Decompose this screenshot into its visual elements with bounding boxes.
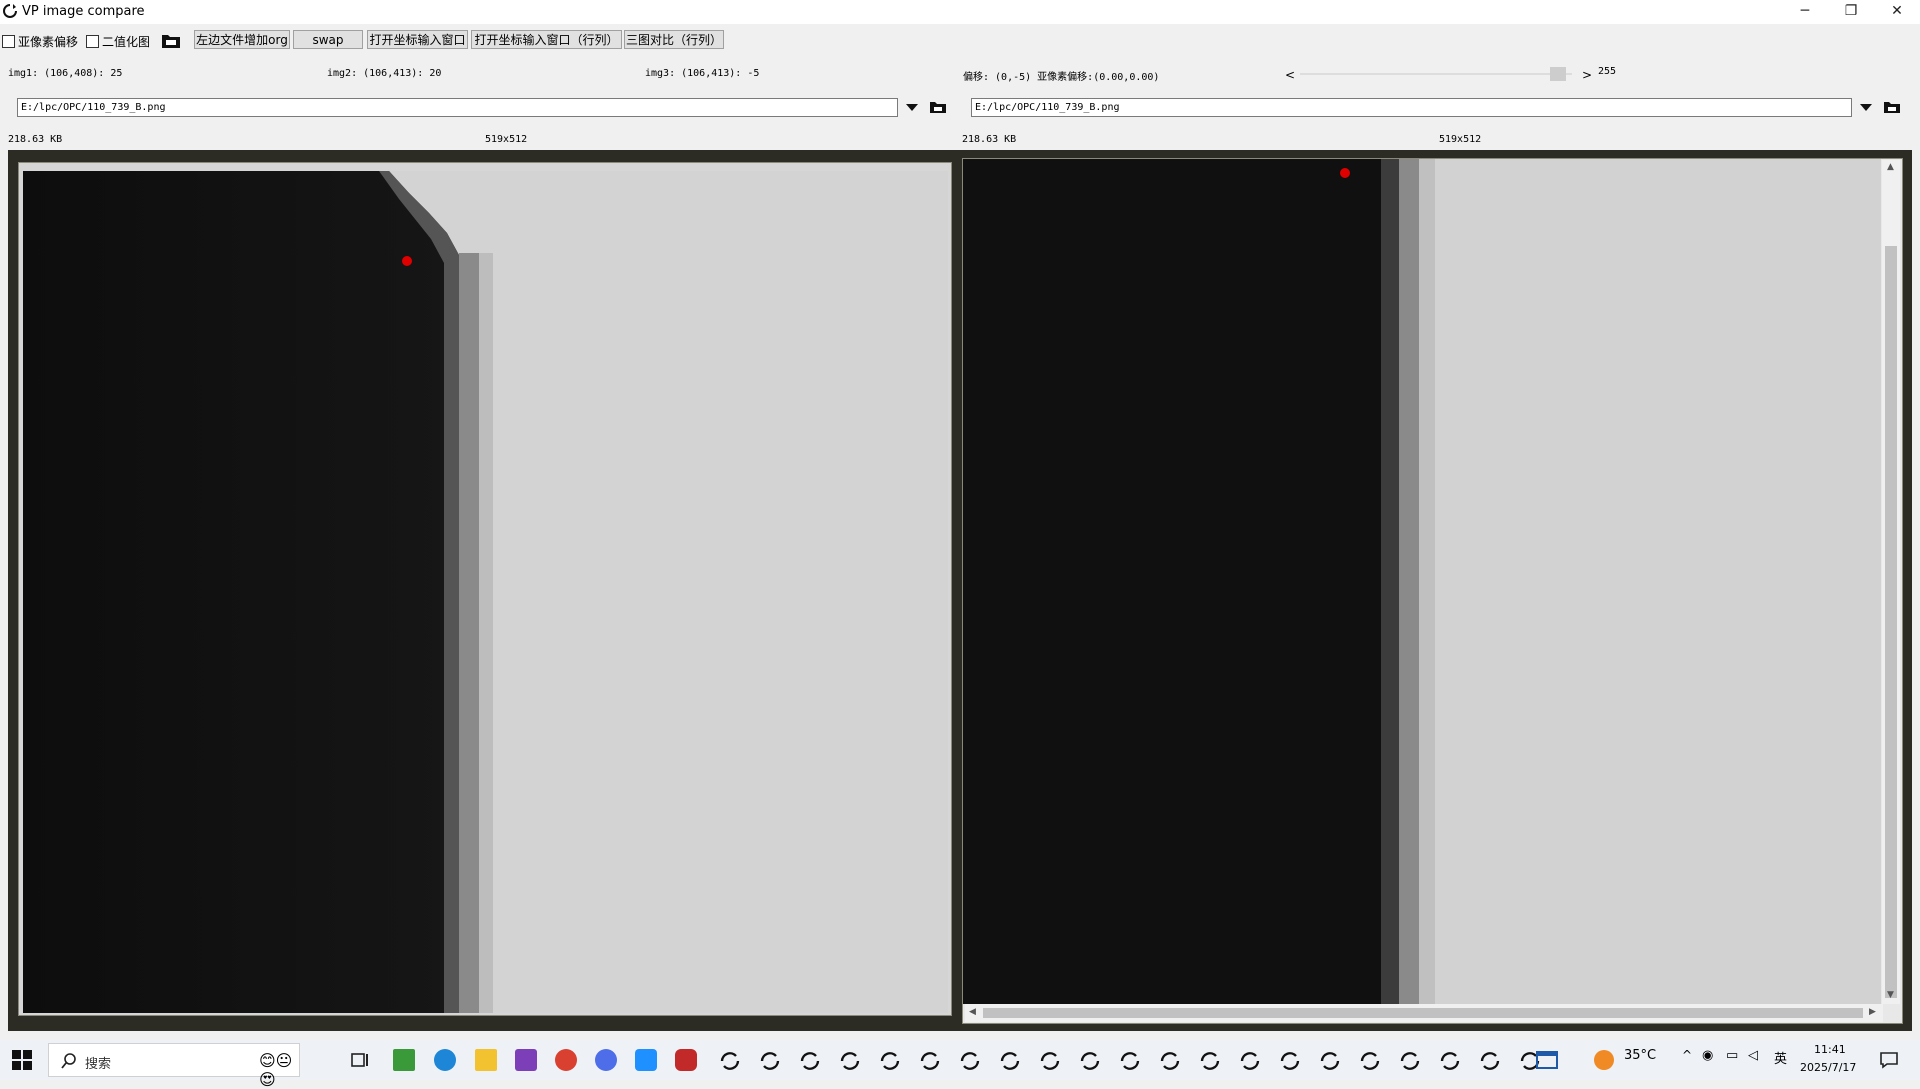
visual-studio-icon[interactable] [515,1049,537,1071]
slider-left-arrow[interactable]: < [1285,68,1295,82]
taskbar-search-box[interactable]: 搜索 😊😐😍 [48,1043,300,1089]
binary-checkbox[interactable]: 二值化图 [86,33,150,50]
right-path-input[interactable]: E:/lpc/OPC/110_739_B.png [971,98,1852,117]
threshold-slider-thumb[interactable] [1550,67,1567,81]
windows-start-icon[interactable] [12,1050,32,1070]
ime-label[interactable]: 英 [1774,1048,1787,1067]
weather-icon[interactable] [1594,1050,1614,1070]
left-file-size: 218.63 KB [8,134,63,145]
left-open-folder-icon[interactable] [929,100,947,114]
tray-record-icon[interactable]: ◉ [1702,1048,1713,1063]
binary-label: 二值化图 [102,35,151,49]
left-image-view[interactable] [18,162,952,1016]
img1-readout: img1: (106,408): 25 [8,68,123,79]
minimize-button[interactable]: ─ [1782,0,1828,24]
app-circle-icon[interactable] [595,1049,617,1071]
notification-icon[interactable] [1878,1049,1900,1071]
maximize-button[interactable]: ❐ [1828,0,1874,24]
edge-browser-icon[interactable] [434,1049,456,1071]
right-image-view[interactable] [962,158,1903,1024]
right-file-size: 218.63 KB [962,134,1017,145]
search-label: 搜索 [85,1057,112,1072]
temperature-label: 35°C [1624,1048,1657,1063]
img3-readout: img3: (106,413): -5 [645,68,760,79]
open-coord-window-button[interactable]: 打开坐标输入窗口 [367,30,468,49]
subpixel-label: 亚像素偏移 [18,35,79,49]
right-open-folder-icon[interactable] [1883,100,1901,114]
offset-readout: 偏移: (0,-5) 亚像素偏移:(0.00,0.00) [963,72,1160,83]
swap-button[interactable]: swap [293,30,363,49]
file-explorer-icon[interactable] [475,1049,497,1071]
scroll-up-arrow-icon[interactable]: ▲ [1887,162,1894,172]
threshold-value: 255 [1598,66,1617,77]
left-image-canvas[interactable] [19,163,951,1015]
scroll-right-arrow-icon[interactable]: ▶ [1869,1007,1876,1017]
left-dimensions: 519x512 [485,134,528,145]
left-path-dropdown-icon[interactable] [906,104,918,111]
app-red-icon[interactable] [675,1049,697,1071]
chrome-icon[interactable] [555,1049,577,1071]
right-image-canvas[interactable] [963,159,1881,1004]
open-folder-icon[interactable] [161,32,181,49]
checkbox-box[interactable] [2,35,15,48]
task-view-icon[interactable] [349,1049,371,1071]
horizontal-scroll-thumb[interactable] [983,1008,1863,1018]
threshold-slider[interactable] [1300,73,1572,75]
scroll-left-arrow-icon[interactable]: ◀ [969,1007,976,1017]
three-image-compare-button[interactable]: 三图对比（行列） [624,30,724,49]
clock-time[interactable]: 11:41 [1814,1043,1846,1056]
left-path-input[interactable]: E:/lpc/OPC/110_739_B.png [17,98,898,117]
slider-right-arrow[interactable]: > [1582,68,1592,82]
checkbox-box[interactable] [86,35,99,48]
emoji-decoration-icon: 😊😐😍 [259,1051,293,1089]
right-marker [1340,168,1350,178]
right-dimensions: 519x512 [1439,134,1482,145]
app-arrow-icon[interactable] [635,1049,657,1071]
notes-app-icon[interactable] [393,1049,415,1071]
taskbar-refresh-icons[interactable] [718,1049,1558,1073]
window-title: VP image compare [22,4,145,19]
app-refresh-icon [3,4,17,18]
open-coord-rowcol-button[interactable]: 打开坐标输入窗口（行列） [471,30,622,49]
right-horizontal-scrollbar[interactable]: ◀ ▶ [965,1004,1883,1022]
add-org-button[interactable]: 左边文件增加org [194,30,290,49]
img2-readout: img2: (106,413): 20 [327,68,442,79]
volume-icon[interactable]: ◁ [1748,1048,1758,1063]
right-vertical-scrollbar[interactable]: ▲ ▼ [1882,160,1900,1004]
title-bar: VP image compare ─ ❐ ✕ [0,0,1920,24]
subpixel-checkbox[interactable]: 亚像素偏移 [2,33,78,50]
left-marker [402,256,412,266]
network-icon[interactable]: ▭ [1726,1048,1738,1063]
clock-date[interactable]: 2025/7/17 [1800,1061,1856,1074]
vertical-scroll-thumb[interactable] [1885,246,1897,998]
tray-expand-icon[interactable]: ^ [1682,1048,1692,1062]
scroll-down-arrow-icon[interactable]: ▼ [1887,990,1894,1000]
right-path-dropdown-icon[interactable] [1860,104,1872,111]
window-app-icon[interactable] [1536,1049,1558,1071]
search-icon [61,1053,76,1069]
toolbar: 亚像素偏移 二值化图 左边文件增加org swap 打开坐标输入窗口 打开坐标输… [0,28,1920,52]
close-button[interactable]: ✕ [1874,0,1920,24]
